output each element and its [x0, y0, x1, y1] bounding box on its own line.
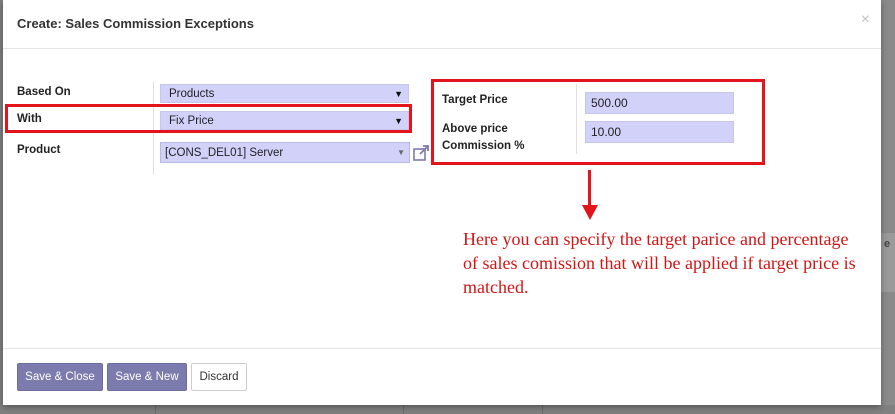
product-label: Product [17, 144, 61, 156]
annotation-text: Here you can specify the target parice a… [463, 229, 856, 297]
external-link-icon[interactable] [412, 144, 430, 162]
annotation-arrow [588, 170, 591, 206]
save-close-button[interactable]: Save & Close [17, 363, 103, 391]
create-dialog: Create: Sales Commission Exceptions × Ba… [3, 0, 881, 405]
arrow-down-icon [582, 205, 598, 220]
dialog-footer: Save & Close Save & New Discard [3, 348, 881, 405]
background-app [881, 0, 895, 414]
based-on-select[interactable]: Products ▼ [160, 84, 409, 103]
dropdown-arrow-icon: ▼ [394, 89, 403, 99]
product-value: [CONS_DEL01] Server [165, 147, 284, 159]
background-bottom [0, 405, 895, 414]
caret-down-icon: ▼ [397, 148, 405, 157]
with-highlight-box [5, 104, 412, 133]
background-divider [155, 405, 156, 414]
target-price-highlight-box [431, 79, 765, 165]
dialog-title: Create: Sales Commission Exceptions [17, 16, 254, 31]
discard-button[interactable]: Discard [191, 363, 247, 391]
background-text: e [884, 238, 891, 250]
product-select[interactable]: [CONS_DEL01] Server ▼ [160, 142, 410, 163]
background-divider [542, 405, 543, 414]
based-on-label: Based On [17, 86, 71, 98]
based-on-value: Products [169, 88, 215, 100]
background-divider [403, 405, 404, 414]
close-icon[interactable]: × [861, 12, 870, 28]
dialog-header: Create: Sales Commission Exceptions × [3, 0, 881, 49]
save-new-button[interactable]: Save & New [107, 363, 187, 391]
